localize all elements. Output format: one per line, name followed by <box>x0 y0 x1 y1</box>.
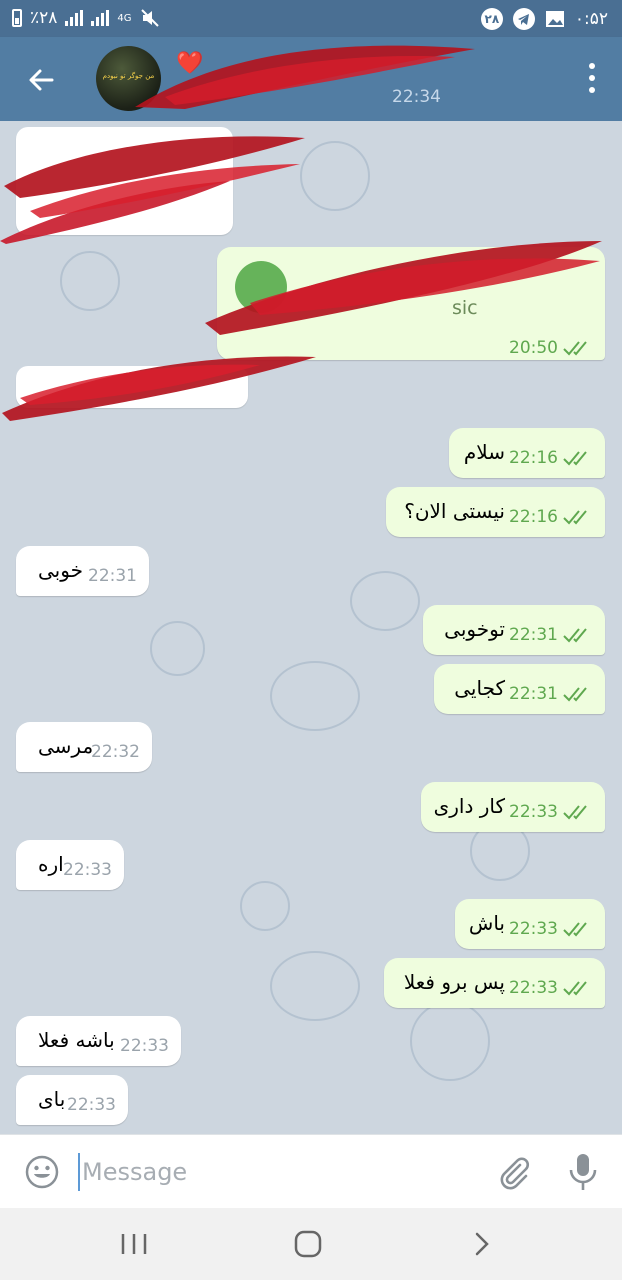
message-bubble-outgoing[interactable]: سلام 22:16 <box>449 428 605 478</box>
message-composer <box>0 1134 622 1208</box>
attach-icon[interactable] <box>494 1153 532 1191</box>
battery-level: ٪۲۸ <box>30 8 58 28</box>
home-icon[interactable] <box>292 1228 324 1260</box>
message-text: باشه فعلا <box>38 1028 115 1052</box>
message-time: 22:16 <box>509 507 558 527</box>
message-time: 22:33 <box>63 860 112 880</box>
message-time: 22:33 <box>67 1095 116 1115</box>
network-type: 4G <box>117 12 132 24</box>
doodle-pattern <box>270 661 360 731</box>
message-time: 22:31 <box>509 684 558 704</box>
message-time: 22:31 <box>88 566 137 586</box>
doodle-pattern <box>350 571 420 631</box>
redaction-scribble <box>135 45 475 109</box>
message-bubble-incoming[interactable]: مرسی 22:32 <box>16 722 152 772</box>
chat-header: من جوگر تو نبودم ❤️ 22:34 <box>0 37 622 121</box>
message-time: 22:33 <box>509 802 558 822</box>
redaction-scribble <box>0 136 305 244</box>
message-text: کجایی <box>454 676 505 700</box>
doodle-pattern <box>240 881 290 931</box>
read-ticks-icon <box>563 922 587 937</box>
more-options-icon[interactable] <box>586 63 598 93</box>
message-time: 22:32 <box>91 742 140 762</box>
message-bubble-outgoing[interactable]: کجایی 22:31 <box>434 664 605 714</box>
nav-back-icon[interactable] <box>470 1230 494 1258</box>
message-text: اره <box>38 852 64 876</box>
message-text: سلام <box>463 440 505 464</box>
message-bubble-incoming[interactable]: اره 22:33 <box>16 840 124 890</box>
doodle-pattern <box>300 141 370 211</box>
read-ticks-icon <box>563 510 587 525</box>
message-bubble-outgoing[interactable]: توخوبی 22:31 <box>423 605 605 655</box>
message-text: کار داری <box>433 794 505 818</box>
system-navigation-bar <box>0 1208 622 1280</box>
message-time: 22:16 <box>509 448 558 468</box>
message-text: مرسی <box>38 734 94 758</box>
message-text: پس برو فعلا <box>403 970 505 994</box>
message-text: خوبی <box>38 558 83 582</box>
signal-icon-2 <box>91 10 110 26</box>
message-time: 22:31 <box>509 625 558 645</box>
mute-icon <box>140 9 159 27</box>
clock: ۰:۵۲ <box>574 9 608 29</box>
doodle-pattern <box>60 251 120 311</box>
read-ticks-icon <box>563 451 587 466</box>
message-bubble-outgoing[interactable]: کار داری 22:33 <box>421 782 605 832</box>
microphone-icon[interactable] <box>566 1152 600 1192</box>
doodle-pattern <box>150 621 205 676</box>
signal-icon <box>65 10 84 26</box>
message-bubble-incoming[interactable]: خوبی 22:31 <box>16 546 149 596</box>
message-bubble-outgoing[interactable]: باش 22:33 <box>455 899 605 949</box>
message-bubble-incoming[interactable]: باشه فعلا 22:33 <box>16 1016 181 1066</box>
telegram-icon <box>512 8 535 30</box>
read-ticks-icon <box>563 981 587 996</box>
gallery-icon <box>545 11 564 27</box>
message-text: بای <box>38 1087 66 1111</box>
message-bubble-outgoing[interactable]: نیستی الان؟ 22:16 <box>386 487 605 537</box>
back-arrow-icon[interactable] <box>20 59 62 101</box>
message-time: 22:33 <box>509 919 558 939</box>
message-text: باش <box>468 911 505 935</box>
chat-area[interactable]: sic 20:50 سلام 22:16 نیستی الان؟ 22:16 خ… <box>0 121 622 1134</box>
message-time: 22:33 <box>120 1036 169 1056</box>
read-ticks-icon <box>563 687 587 702</box>
message-text: نیستی الان؟ <box>404 499 505 523</box>
doodle-pattern <box>270 951 360 1021</box>
redaction-scribble <box>205 241 602 335</box>
redaction-scribble <box>2 356 316 421</box>
message-bubble-incoming[interactable]: بای 22:33 <box>16 1075 128 1125</box>
read-ticks-icon <box>563 628 587 643</box>
emoji-icon[interactable] <box>24 1154 60 1190</box>
message-input[interactable] <box>78 1153 478 1191</box>
battery-icon <box>12 9 22 27</box>
recent-apps-icon[interactable] <box>116 1230 152 1258</box>
message-bubble-outgoing[interactable]: پس برو فعلا 22:33 <box>384 958 605 1008</box>
message-text: توخوبی <box>444 617 505 641</box>
doodle-pattern <box>410 1001 490 1081</box>
message-time: 22:33 <box>509 978 558 998</box>
read-ticks-icon <box>563 805 587 820</box>
